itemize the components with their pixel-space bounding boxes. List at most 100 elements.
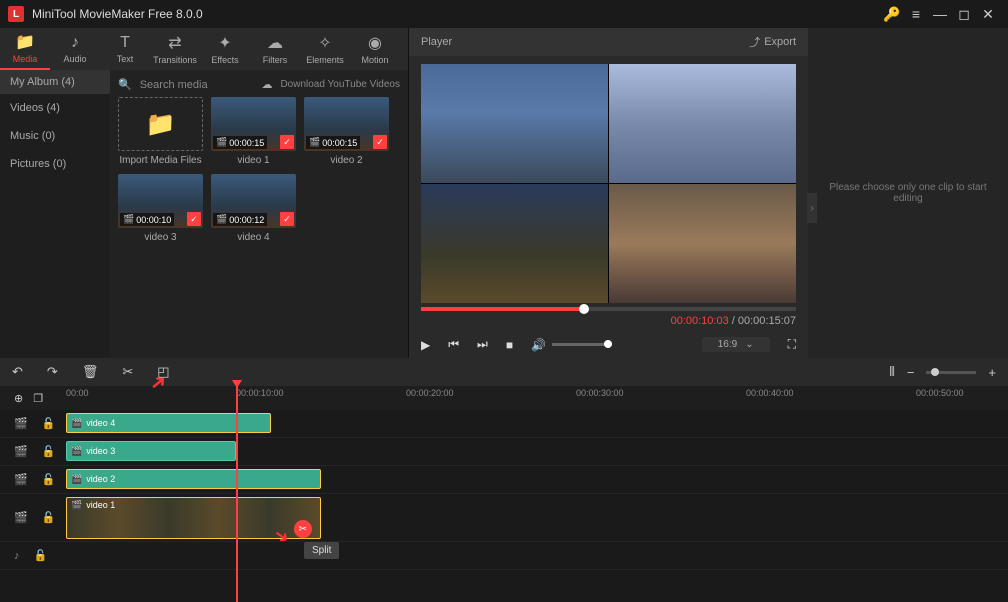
crop-button[interactable]: ◰ — [157, 364, 169, 380]
key-icon[interactable]: 🔑 — [880, 2, 904, 26]
timeline-ruler[interactable]: 00:00 00:00:10:00 00:00:20:00 00:00:30:0… — [66, 386, 1008, 410]
tab-text[interactable]: TText — [100, 28, 150, 70]
split-indicator: ✂ Split — [294, 520, 312, 538]
media-thumb-video2[interactable]: 🎬 00:00:15✓ video 2 — [304, 97, 389, 166]
volume-slider[interactable] — [552, 343, 612, 346]
stop-button[interactable]: ■ — [506, 338, 513, 352]
zoom-out-button[interactable]: − — [907, 365, 915, 380]
progress-knob[interactable] — [579, 304, 589, 314]
export-button[interactable]: ⤴Export — [749, 34, 796, 50]
tab-audio[interactable]: ♪Audio — [50, 28, 100, 70]
timeline-tracks: 🎬 🔓 🎬video 4 🎬 🔓 🎬video 3 🎬 🔓 🎬video 2 🎬 🔓 🎬… — [0, 410, 1008, 602]
track-copy-button[interactable]: ❐ — [33, 392, 43, 405]
split-button[interactable]: ✂ — [122, 364, 133, 380]
lock-icon[interactable]: 🔓 — [42, 511, 56, 524]
close-button[interactable]: ✕ — [976, 2, 1000, 26]
filters-icon: ☁ — [267, 33, 283, 53]
clip-icon: 🎬 — [71, 500, 82, 511]
transition-icon: ⇄ — [168, 33, 181, 53]
tab-effects[interactable]: ✦Effects — [200, 28, 250, 70]
prev-button[interactable]: ⏮ — [448, 337, 459, 352]
download-youtube-link[interactable]: Download YouTube Videos — [280, 79, 400, 90]
fullscreen-button[interactable]: ⛶ — [788, 337, 796, 352]
properties-panel: › Please choose only one clip to start e… — [808, 28, 1008, 358]
preview-quad-1 — [421, 64, 608, 183]
tab-elements[interactable]: ✧Elements — [300, 28, 350, 70]
playhead[interactable] — [236, 386, 238, 602]
preview-quad-3 — [421, 184, 608, 303]
album-sidebar: My Album (4) Videos (4) Music (0) Pictur… — [0, 70, 110, 358]
duration-badge: 🎬 00:00:10 — [120, 213, 174, 226]
main-tabs: 📁Media ♪Audio TText ⇄Transitions ✦Effect… — [0, 28, 408, 70]
tab-motion[interactable]: ◉Motion — [350, 28, 400, 70]
album-videos[interactable]: Videos (4) — [0, 94, 110, 122]
timeline-toolbar: ↶ ↷ 🗑 ✂ ◰ ➜ ⫴ − + — [0, 358, 1008, 386]
video-track-icon[interactable]: 🎬 — [14, 473, 28, 486]
tab-transitions[interactable]: ⇄Transitions — [150, 28, 200, 70]
video-track-icon[interactable]: 🎬 — [14, 445, 28, 458]
audio-track-icon[interactable]: ♪ — [14, 550, 20, 562]
search-input[interactable]: Search media — [140, 79, 254, 91]
folder-icon: 📁 — [146, 110, 176, 139]
zoom-in-button[interactable]: + — [988, 365, 996, 380]
check-icon: ✓ — [187, 212, 201, 226]
clip-video4[interactable]: 🎬video 4 — [66, 413, 271, 433]
elements-icon: ✧ — [318, 33, 331, 53]
tab-filters[interactable]: ☁Filters — [250, 28, 300, 70]
album-music[interactable]: Music (0) — [0, 122, 110, 150]
zoom-slider[interactable] — [926, 371, 976, 374]
clip-icon: 🎬 — [71, 474, 82, 485]
maximize-button[interactable]: ◻ — [952, 2, 976, 26]
player-title: Player — [421, 36, 749, 48]
track-row: 🎬 🔓 🎬video 3 — [0, 438, 1008, 466]
folder-icon: 📁 — [15, 32, 35, 52]
duration-badge: 🎬 00:00:12 — [213, 213, 267, 226]
collapse-panel-button[interactable]: › — [807, 193, 817, 223]
search-icon: 🔍 — [118, 78, 132, 91]
media-thumb-video1[interactable]: 🎬 00:00:15✓ video 1 — [211, 97, 296, 166]
preview-quad-2 — [609, 64, 796, 183]
lock-icon[interactable]: 🔓 — [34, 549, 48, 562]
lock-icon[interactable]: 🔓 — [42, 445, 56, 458]
motion-icon: ◉ — [368, 33, 382, 53]
lock-icon[interactable]: 🔓 — [42, 417, 56, 430]
check-icon: ✓ — [280, 212, 294, 226]
minimize-button[interactable]: — — [928, 2, 952, 26]
time-display: 00:00:10:03 / 00:00:15:07 — [421, 315, 796, 327]
track-row-audio: ♪🔓 — [0, 542, 1008, 570]
titlebar: L MiniTool MovieMaker Free 8.0.0 🔑 ≡ — ◻… — [0, 0, 1008, 28]
duration-badge: 🎬 00:00:15 — [213, 136, 267, 149]
track-add-button[interactable]: ⊕ — [14, 392, 23, 405]
delete-button[interactable]: 🗑 — [82, 364, 99, 380]
chevron-down-icon: ⌄ — [745, 339, 753, 350]
clip-video1[interactable]: 🎬video 1 — [66, 497, 321, 539]
next-button[interactable]: ⏭ — [477, 337, 488, 352]
album-pictures[interactable]: Pictures (0) — [0, 150, 110, 178]
tab-media[interactable]: 📁Media — [0, 28, 50, 70]
media-thumb-video3[interactable]: 🎬 00:00:10✓ video 3 — [118, 174, 203, 243]
video-track-icon[interactable]: 🎬 — [14, 511, 28, 524]
lock-icon[interactable]: 🔓 — [42, 473, 56, 486]
redo-button[interactable]: ↷ — [47, 364, 58, 380]
clip-video3[interactable]: 🎬video 3 — [66, 441, 236, 461]
properties-hint: Please choose only one clip to start edi… — [818, 182, 998, 204]
media-content: 🔍 Search media ☁ Download YouTube Videos… — [110, 70, 408, 358]
video-track-icon[interactable]: 🎬 — [14, 417, 28, 430]
volume-icon[interactable]: 🔊 — [531, 338, 546, 352]
download-icon: ☁ — [261, 78, 272, 91]
progress-bar[interactable] — [421, 307, 796, 311]
play-button[interactable]: ▶ — [421, 338, 430, 352]
import-media-button[interactable]: 📁 Import Media Files — [118, 97, 203, 166]
aspect-ratio-select[interactable]: 16:9⌄ — [702, 337, 770, 352]
app-logo: L — [8, 6, 24, 22]
audio-toggle-icon[interactable]: ⫴ — [889, 364, 894, 380]
export-icon: ⤴ — [749, 34, 760, 50]
effects-icon: ✦ — [218, 33, 231, 53]
check-icon: ✓ — [373, 135, 387, 149]
clip-video2[interactable]: 🎬video 2 — [66, 469, 321, 489]
split-tooltip: Split — [304, 542, 339, 559]
undo-button[interactable]: ↶ — [12, 364, 23, 380]
media-thumb-video4[interactable]: 🎬 00:00:12✓ video 4 — [211, 174, 296, 243]
clip-icon: 🎬 — [71, 446, 82, 457]
menu-icon[interactable]: ≡ — [904, 2, 928, 26]
